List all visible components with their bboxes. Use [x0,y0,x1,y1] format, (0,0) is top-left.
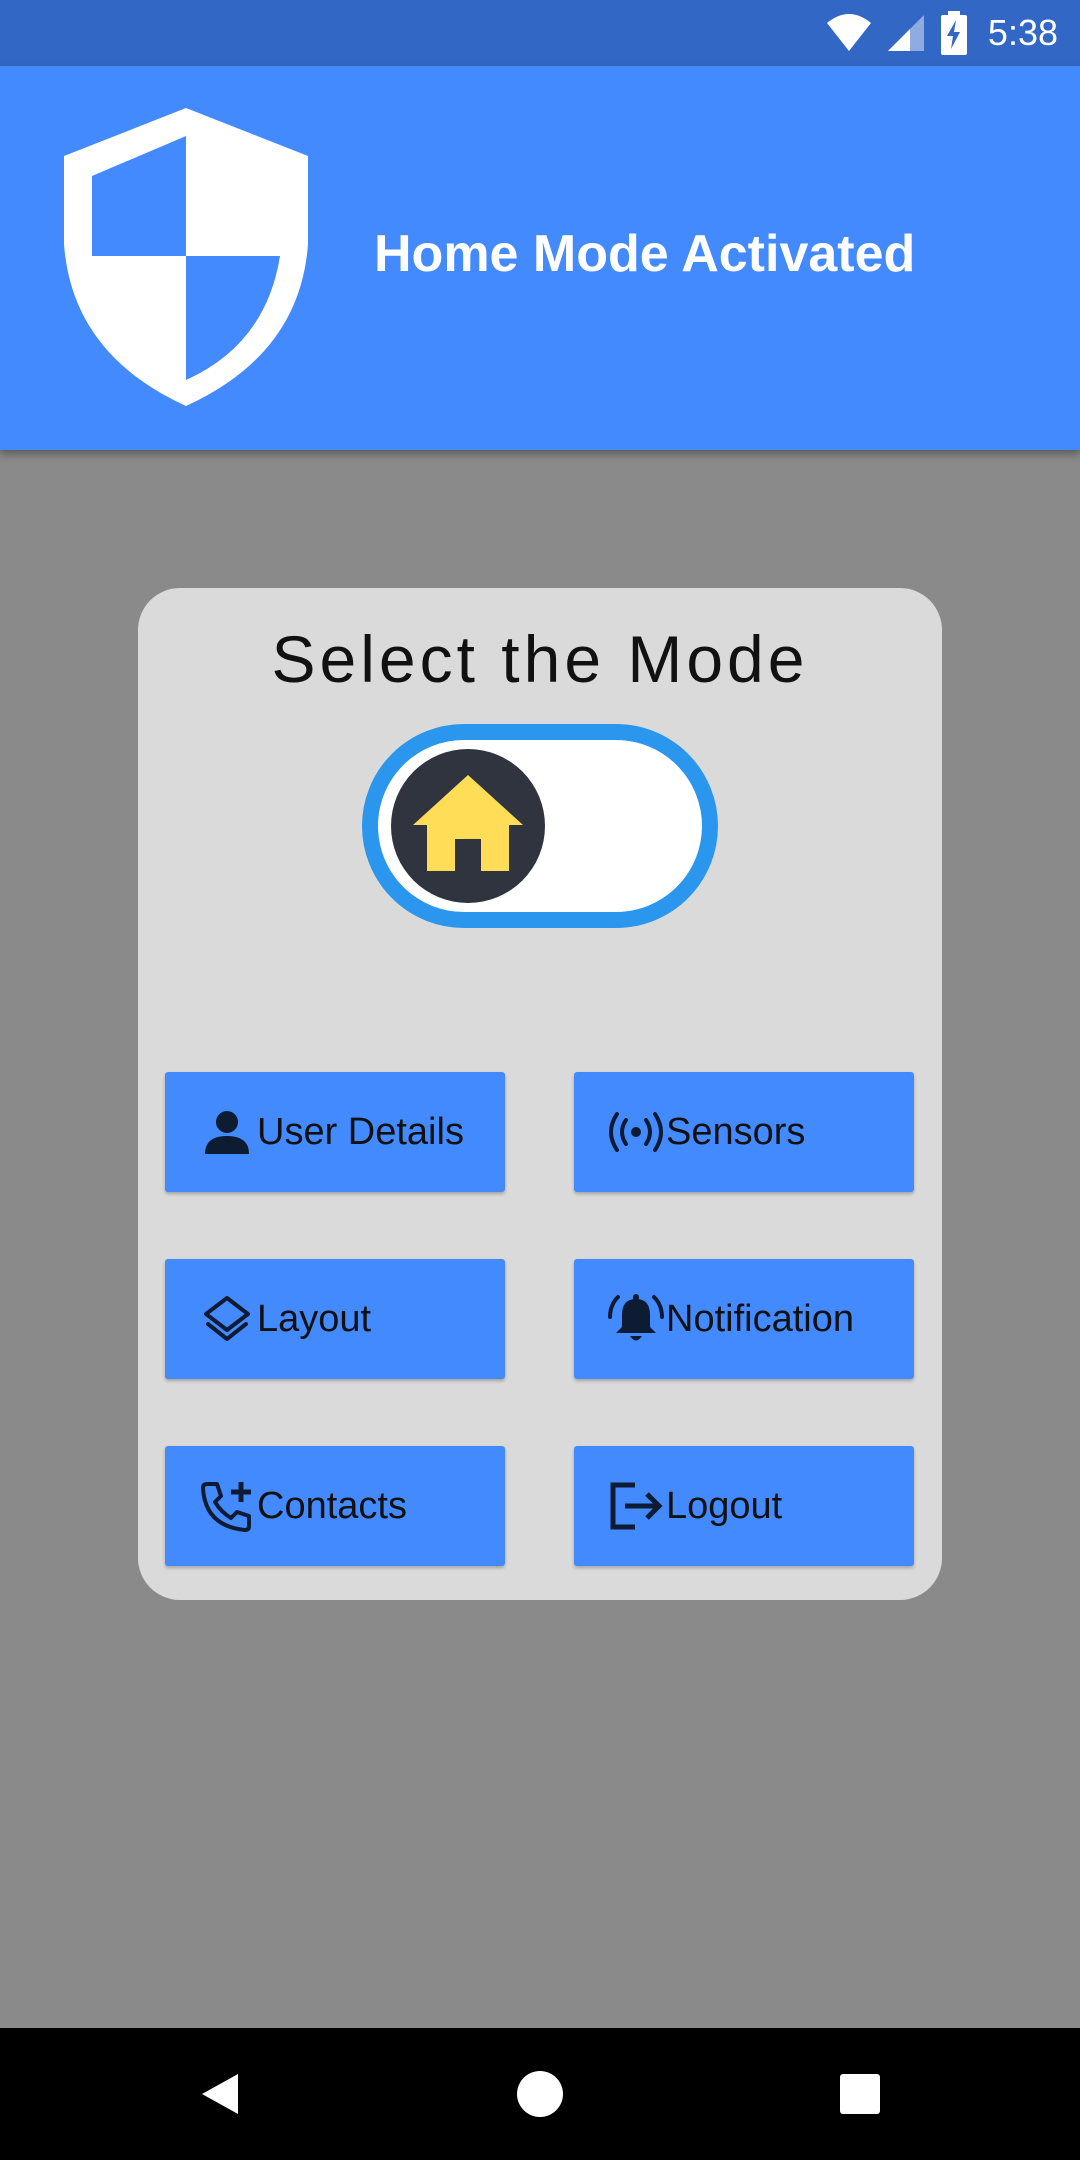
logout-button[interactable]: Logout [574,1446,914,1566]
wifi-icon [826,13,872,53]
layout-label: Layout [257,1297,372,1340]
cell-signal-icon [886,13,926,53]
person-icon [199,1104,255,1160]
contacts-button[interactable]: Contacts [165,1446,505,1566]
contacts-label: Contacts [257,1484,407,1527]
sensors-label: Sensors [666,1110,806,1153]
mode-card: Select the Mode User Details Sensors Lay… [138,588,942,1600]
notification-label: Notification [666,1297,854,1340]
layout-button[interactable]: Layout [165,1259,505,1379]
sensors-icon [608,1104,664,1160]
phone-add-icon [199,1478,255,1534]
recents-square-icon [840,2074,880,2114]
user-details-button[interactable]: User Details [165,1072,505,1192]
status-time: 5:38 [987,12,1058,53]
notification-button[interactable]: Notification [574,1259,914,1379]
status-icons: 5:38 [826,0,1058,66]
bell-ringing-icon [608,1291,664,1347]
logout-icon [608,1478,664,1534]
mode-title: Select the Mode [271,622,809,696]
app-title: Home Mode Activated [374,225,916,283]
home-icon [413,775,523,871]
shield-icon [64,108,308,406]
toggle-knob[interactable] [391,749,545,903]
navigation-bar [0,2028,1080,2160]
battery-charging-icon [940,11,968,55]
sensors-button[interactable]: Sensors [574,1072,914,1192]
status-bar: 5:38 [0,0,1080,66]
app-bar: Home Mode Activated [0,66,1080,450]
logout-label: Logout [666,1484,783,1527]
back-button[interactable] [190,2064,250,2124]
home-circle-icon [517,2071,563,2117]
recents-button[interactable] [830,2064,890,2124]
mode-toggle-switch[interactable] [362,724,718,928]
user-details-label: User Details [257,1110,464,1153]
back-icon [202,2074,238,2114]
home-button[interactable] [510,2064,570,2124]
layers-icon [199,1291,255,1347]
